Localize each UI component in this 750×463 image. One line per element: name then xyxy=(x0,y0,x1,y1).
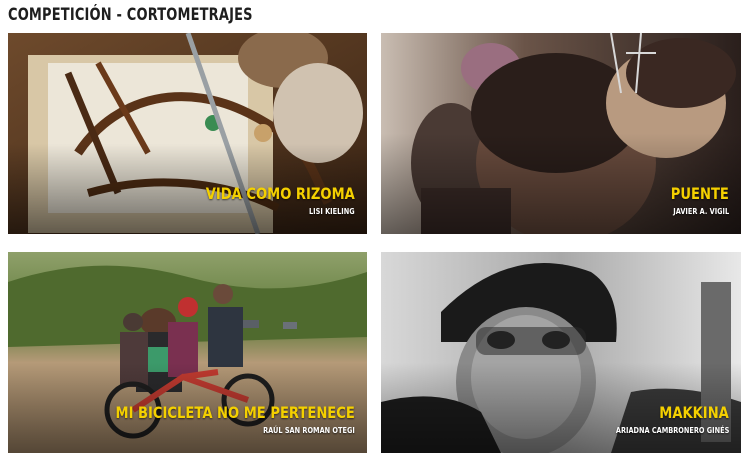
film-title: PUENTE xyxy=(670,184,729,203)
film-still-puente xyxy=(381,33,741,234)
film-card-mi-bicicleta[interactable]: MI BICICLETA NO ME PERTENECE RAÚL SAN RO… xyxy=(8,252,367,453)
film-card-vida-como-rizoma[interactable]: VIDA COMO RIZOMA LISI KIELING xyxy=(8,33,367,234)
film-director: RAÚL SAN ROMAN OTEGI xyxy=(263,426,355,435)
film-director: LISI KIELING xyxy=(309,207,355,216)
film-title: VIDA COMO RIZOMA xyxy=(205,184,355,203)
film-director: ARIADNA CAMBRONERO GINÉS xyxy=(615,426,729,435)
film-still-vida-como-rizoma xyxy=(8,33,367,234)
film-card-makkina[interactable]: MAKKINA ARIADNA CAMBRONERO GINÉS xyxy=(381,252,741,453)
section-title: COMPETICIÓN - CORTOMETRAJES xyxy=(8,5,253,25)
film-title: MAKKINA xyxy=(659,403,729,422)
film-still-mi-bicicleta xyxy=(8,252,367,453)
film-title: MI BICICLETA NO ME PERTENECE xyxy=(115,403,355,422)
film-still-makkina xyxy=(381,252,741,453)
film-card-puente[interactable]: PUENTE JAVIER A. VIGIL xyxy=(381,33,741,234)
film-director: JAVIER A. VIGIL xyxy=(673,207,729,216)
